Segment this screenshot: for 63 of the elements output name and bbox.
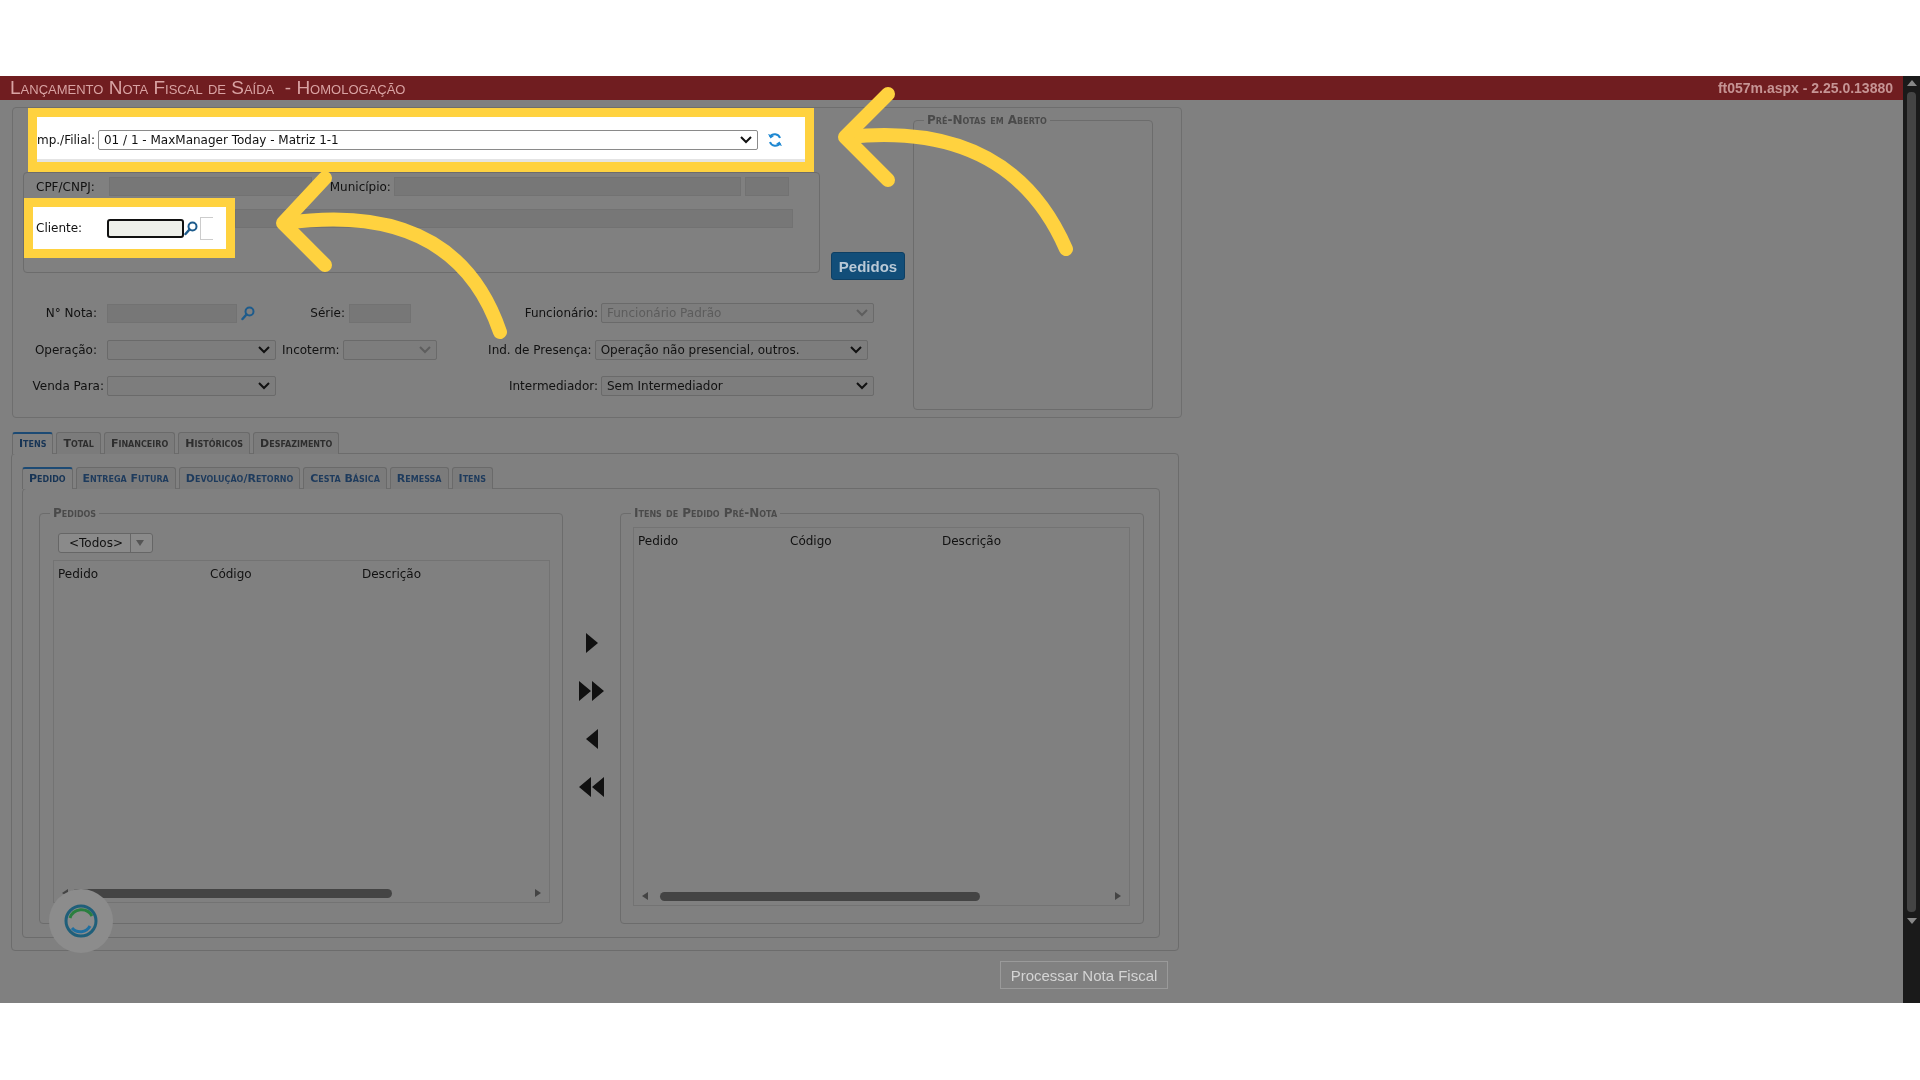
refresh-icon[interactable]	[766, 131, 783, 148]
field-label: Ind. de Presença:	[487, 343, 592, 357]
scroll-down-icon[interactable]	[1906, 918, 1917, 924]
tab[interactable]: Cesta Básica	[303, 467, 387, 489]
chat-widget-icon[interactable]	[48, 888, 114, 954]
caret-icon	[739, 135, 752, 144]
scroll-right-icon[interactable]	[535, 889, 541, 897]
column-header[interactable]: Descrição	[362, 567, 514, 581]
caret-icon	[849, 346, 862, 354]
input-field[interactable]	[107, 218, 185, 238]
move-all-right-icon[interactable]	[578, 681, 605, 701]
field-label: Funcionário:	[523, 306, 598, 320]
column-header[interactable]: Descrição	[942, 534, 1094, 548]
filter-dropdown[interactable]: <Todos>	[58, 533, 153, 553]
caret-icon	[258, 346, 270, 354]
field-label: Cliente:	[36, 221, 83, 235]
tab[interactable]: Remessa	[389, 467, 449, 489]
scroll-right-icon[interactable]	[1115, 892, 1121, 900]
tab[interactable]: Devolução/Retorno	[178, 467, 301, 489]
tab[interactable]: Financeiro	[103, 432, 176, 454]
dropdown[interactable]	[107, 376, 276, 396]
field-label: CPF/CNPJ:	[36, 179, 95, 194]
caret-icon	[856, 309, 868, 317]
dropdown[interactable]: Operação não presencial, outros.	[594, 340, 868, 360]
scrollbar-thumb[interactable]	[660, 891, 980, 901]
caret-icon	[856, 382, 868, 390]
pedidos-button[interactable]: Pedidos	[831, 252, 905, 280]
version-text: ft057m.aspx - 2.25.0.13880	[1717, 80, 1893, 96]
caret-icon	[418, 346, 431, 354]
company-dropdown[interactable]: 01 / 1 - MaxManager Today - Matriz 1-1	[97, 129, 758, 150]
column-header[interactable]: Código	[790, 534, 942, 548]
field-label: Série:	[309, 306, 345, 320]
column-header[interactable]: Pedido	[58, 567, 210, 581]
vertical-scrollbar[interactable]	[1903, 76, 1920, 1003]
tab[interactable]: Pedido	[22, 467, 73, 489]
field-label: Município:	[329, 179, 391, 194]
field-label: Operação:	[33, 343, 97, 357]
column-header[interactable]: Código	[210, 567, 362, 581]
tab[interactable]: Itens	[451, 467, 494, 489]
input-field[interactable]	[108, 177, 312, 196]
column-header[interactable]: Pedido	[638, 534, 790, 548]
dropdown[interactable]: Sem Intermediador	[601, 376, 874, 396]
field-label: mp./Filial:	[37, 132, 95, 147]
field-label: Venda Para:	[31, 379, 104, 393]
search-icon[interactable]	[184, 220, 199, 236]
field-label: Incoterm:	[282, 343, 340, 357]
scrollbar-thumb[interactable]	[1907, 92, 1916, 912]
tab[interactable]: Total	[56, 432, 101, 454]
dropdown[interactable]	[107, 340, 276, 360]
page-title: Lançamento Nota Fiscal de Saída - Homologação	[10, 77, 406, 99]
field-label: N° Nota:	[44, 306, 97, 320]
move-right-icon[interactable]	[585, 633, 598, 653]
tab[interactable]: Itens	[12, 432, 54, 454]
tab[interactable]: Entrega Futura	[75, 467, 176, 489]
tab[interactable]: Históricos	[178, 432, 251, 454]
field-label: Intermediador:	[507, 379, 598, 393]
scroll-left-icon[interactable]	[642, 892, 648, 900]
scroll-up-icon[interactable]	[1906, 80, 1917, 86]
caret-icon	[135, 540, 144, 546]
caret-icon	[258, 382, 270, 390]
move-all-left-icon[interactable]	[578, 777, 605, 797]
move-left-icon[interactable]	[585, 729, 598, 749]
tab[interactable]: Desfazimento	[253, 432, 340, 454]
